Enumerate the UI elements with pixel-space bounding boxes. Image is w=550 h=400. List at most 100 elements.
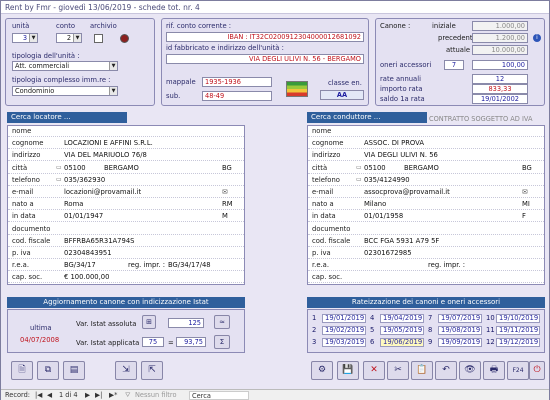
row-value-secondary[interactable]: BERGAMO [404, 164, 439, 172]
conto-dropdown-icon[interactable]: ▼ [73, 34, 81, 42]
phone-icon[interactable]: ▭ [56, 176, 62, 183]
rate-item[interactable]: 8 19/08/2019 [428, 326, 482, 335]
tipologia-select[interactable]: Att. commerciali ▼ [12, 61, 118, 71]
rate-date[interactable]: 19/04/2019 [380, 314, 424, 323]
paste-icon[interactable]: 📋 [411, 361, 433, 380]
row-value-secondary[interactable]: BERGAMO [104, 164, 139, 172]
precedente-field[interactable]: 1.200,00 [472, 33, 528, 43]
rate-date[interactable]: 19/06/2019 [380, 338, 424, 347]
cap-lookup-icon[interactable]: ▭ [356, 164, 362, 171]
cerca-locatore-header[interactable]: Cerca locatore ... [7, 112, 127, 123]
row-value[interactable]: 01/01/1947 [64, 212, 103, 220]
row-value[interactable]: € 100.000,00 [64, 273, 109, 281]
row-value[interactable]: assocprova@provamail.it [364, 188, 450, 196]
undo-icon[interactable]: ↶ [435, 361, 457, 380]
archivio-checkbox[interactable] [94, 34, 103, 43]
row-value-code[interactable]: M [222, 212, 228, 220]
rate-item[interactable]: 6 19/06/2019 [370, 338, 424, 347]
row-value[interactable]: 05100 [64, 164, 86, 172]
expand-button[interactable]: ⇲ [115, 361, 137, 380]
applicata-field[interactable]: 93,75 [176, 337, 206, 347]
row-value[interactable]: VIA DEGLI ULIVI N. 56 [364, 151, 438, 159]
row-value-code[interactable]: RM [222, 200, 233, 208]
applicata-pct-field[interactable]: 75 [142, 337, 164, 347]
new-record-nav-icon[interactable]: ▶* [109, 390, 117, 400]
row-value[interactable]: LOCAZIONI E AFFINI S.R.L. [64, 139, 153, 147]
iniziale-field[interactable]: 1.000,00 [472, 21, 528, 31]
rate-item[interactable]: 2 19/02/2019 [312, 326, 366, 335]
view-icon[interactable]: 👁 [459, 361, 481, 380]
apply-assoluta-button[interactable]: ≈ [214, 315, 230, 329]
row-value-code[interactable]: BG [522, 164, 532, 172]
row-value[interactable]: 02304843951 [64, 249, 112, 257]
row-value[interactable]: 05100 [364, 164, 386, 172]
rate-item[interactable]: 3 19/03/2019 [312, 338, 366, 347]
rate-item[interactable]: 4 19/04/2019 [370, 314, 424, 323]
rate-item[interactable]: 1 19/01/2019 [312, 314, 366, 323]
rate-date[interactable]: 19/05/2019 [380, 326, 424, 335]
rate-item[interactable]: 12 19/12/2019 [486, 338, 540, 347]
first-record-icon[interactable]: |◀ [35, 390, 42, 400]
iban-field[interactable]: IBAN : IT32C0200912304000012681092 [166, 32, 364, 42]
row-value[interactable]: Milano [364, 200, 386, 208]
rate-date[interactable]: 19/09/2019 [438, 338, 482, 347]
copy-record-button[interactable]: ⧉ [37, 361, 59, 380]
mappale-field[interactable]: 1935-1936 [202, 77, 272, 87]
oneri-n-field[interactable]: 7 [444, 60, 464, 70]
card-button[interactable]: ▤ [63, 361, 85, 380]
row-value[interactable]: 035/362930 [64, 176, 105, 184]
new-record-button[interactable]: 🗎 [11, 361, 33, 380]
rate-date[interactable]: 19/11/2019 [496, 326, 540, 335]
classe-field[interactable]: AA [320, 90, 364, 100]
f24-icon[interactable]: F24 [507, 361, 529, 380]
row-value[interactable]: ASSOC. DI PROVA [364, 139, 424, 147]
collapse-button[interactable]: ⇱ [141, 361, 163, 380]
rate-date[interactable]: 19/12/2019 [496, 338, 540, 347]
row-value[interactable]: locazioni@provamail.it [64, 188, 141, 196]
importo-rata-field[interactable]: 833,33 [472, 84, 528, 94]
oneri-field[interactable]: 100,00 [472, 60, 528, 70]
rate-item[interactable]: 11 19/11/2019 [486, 326, 540, 335]
rate-item[interactable]: 9 19/09/2019 [428, 338, 482, 347]
email-icon[interactable]: ✉ [522, 188, 528, 196]
attuale-field[interactable]: 10.000,00 [472, 45, 528, 55]
rate-date[interactable]: 19/03/2019 [322, 338, 366, 347]
cerca-conduttore-header[interactable]: Cerca conduttore ... [307, 112, 427, 123]
rate-date[interactable]: 19/01/2019 [322, 314, 366, 323]
rate-item[interactable]: 7 19/07/2019 [428, 314, 482, 323]
row-value[interactable]: BFFRBA65R31A794S [64, 237, 134, 245]
saldo-rata-field[interactable]: 19/01/2002 [472, 94, 528, 104]
row-value[interactable]: BCC FGA 5931 A79 5F [364, 237, 439, 245]
search-box[interactable]: Cerca [189, 391, 249, 400]
row-value-code[interactable]: MI [522, 200, 530, 208]
complesso-select[interactable]: Condominio ▼ [12, 86, 118, 96]
row-value[interactable]: 035/4124990 [364, 176, 410, 184]
rate-date[interactable]: 19/10/2019 [496, 314, 540, 323]
calc-assoluta-button[interactable]: ⊞ [142, 315, 156, 329]
rate-date[interactable]: 19/08/2019 [438, 326, 482, 335]
exit-icon[interactable]: ⏻ [529, 361, 545, 380]
last-record-icon[interactable]: ▶| [95, 390, 102, 400]
row-value-code[interactable]: BG [222, 164, 232, 172]
conto-field[interactable]: 2 ▼ [56, 33, 82, 43]
settings-icon[interactable]: ⚙ [311, 361, 333, 380]
delete-icon[interactable]: ✕ [363, 361, 385, 380]
row-value[interactable]: VIA DEL MARIUOLO 76/8 [64, 151, 147, 159]
save-button[interactable]: 💾 [337, 361, 359, 380]
unita-dropdown-icon[interactable]: ▼ [29, 34, 37, 42]
rate-date[interactable]: 19/02/2019 [322, 326, 366, 335]
tipologia-dropdown-icon[interactable]: ▼ [109, 62, 117, 70]
row-value[interactable]: BG/34/17 [64, 261, 96, 269]
rate-date[interactable]: 19/07/2019 [438, 314, 482, 323]
assoluta-field[interactable]: 125 [168, 318, 204, 328]
cap-lookup-icon[interactable]: ▭ [56, 164, 62, 171]
prev-record-icon[interactable]: ◀ [47, 390, 52, 400]
sum-button[interactable]: Σ [214, 335, 230, 349]
unita-field[interactable]: 3 ▼ [12, 33, 38, 43]
complesso-dropdown-icon[interactable]: ▼ [109, 87, 117, 95]
rate-item[interactable]: 5 19/05/2019 [370, 326, 424, 335]
next-record-icon[interactable]: ▶ [85, 390, 90, 400]
info-icon[interactable]: i [533, 34, 541, 42]
print-icon[interactable]: 🖶 [483, 361, 505, 380]
row-value[interactable]: 02301672985 [364, 249, 412, 257]
